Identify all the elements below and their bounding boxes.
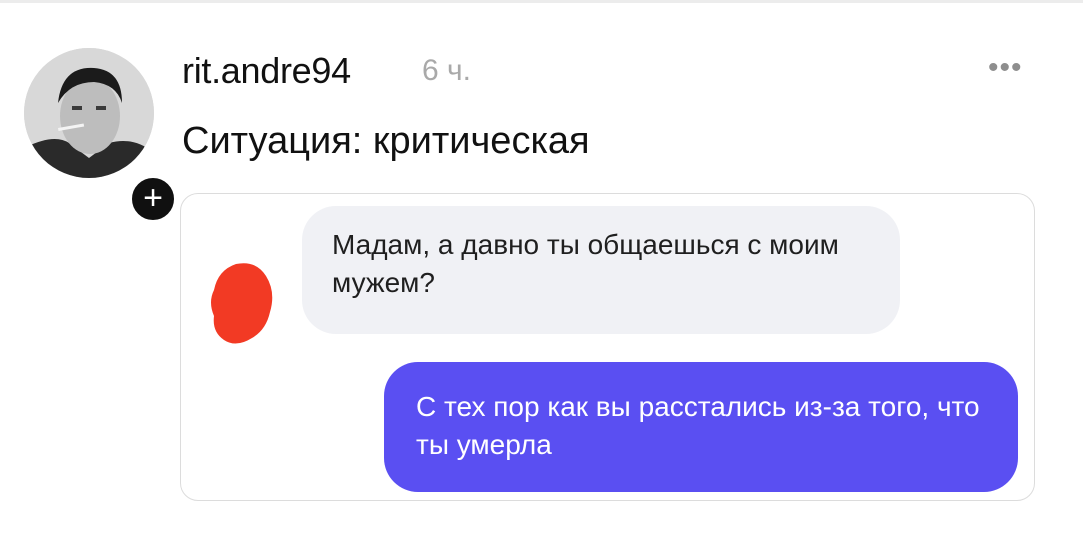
- top-divider: [0, 0, 1083, 3]
- avatar[interactable]: [24, 48, 154, 178]
- avatar-container[interactable]: +: [24, 48, 178, 224]
- post-text: Ситуация: критическая: [182, 120, 590, 162]
- incoming-message-bubble: Мадам, а давно ты общаешься с моим мужем…: [302, 206, 900, 334]
- incoming-message-text: Мадам, а давно ты общаешься с моим мужем…: [332, 229, 839, 298]
- post-time: 6 ч.: [422, 54, 471, 87]
- username[interactable]: rit.andre94: [182, 50, 351, 92]
- follow-button[interactable]: +: [128, 174, 178, 224]
- censor-blob: [211, 263, 273, 344]
- avatar-photo: [24, 48, 154, 178]
- outgoing-message-text: С тех пор как вы расстались из-за того, …: [416, 391, 980, 460]
- more-options-icon[interactable]: •••: [988, 53, 1023, 83]
- outgoing-message-bubble: С тех пор как вы расстались из-за того, …: [384, 362, 1018, 492]
